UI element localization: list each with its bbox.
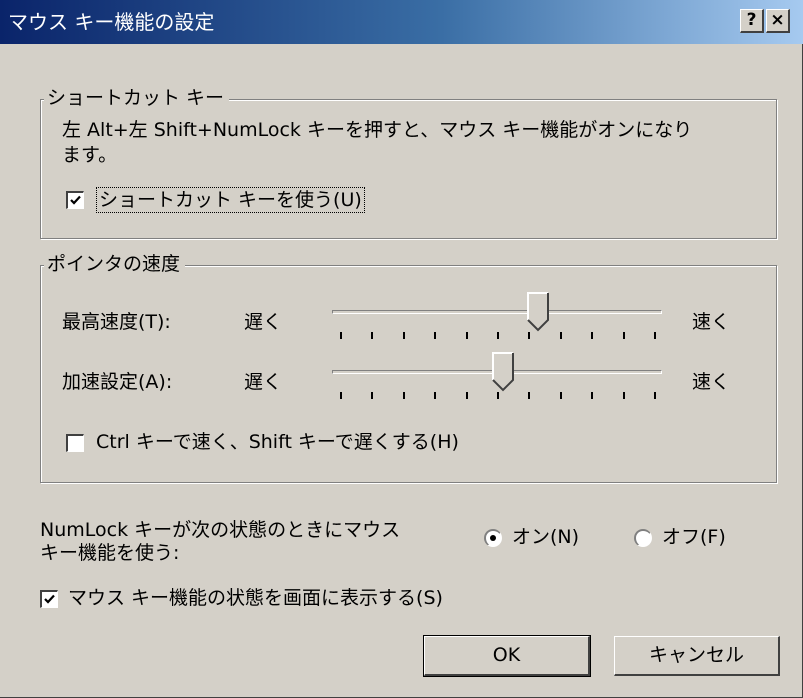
title-bar: マウス キー機能の設定 ? × bbox=[0, 0, 803, 44]
ctrl-shift-label[interactable]: Ctrl キーで速く、Shift キーで遅くする(H) bbox=[96, 430, 459, 454]
acceleration-slider[interactable] bbox=[332, 352, 662, 406]
numlock-off-radio[interactable] bbox=[634, 529, 652, 547]
slider-tick bbox=[402, 392, 405, 399]
slider-thumb[interactable] bbox=[526, 292, 549, 332]
close-button[interactable]: × bbox=[766, 9, 790, 33]
checkmark-icon bbox=[70, 195, 81, 205]
shortcut-description-line2: ます。 bbox=[62, 144, 118, 166]
slider-tick bbox=[434, 392, 437, 399]
show-status-checkbox[interactable] bbox=[40, 590, 58, 608]
slider-tick bbox=[559, 392, 562, 399]
radio-selected-dot bbox=[490, 535, 496, 541]
show-status-label[interactable]: マウス キー機能の状態を画面に表示する(S) bbox=[68, 586, 443, 610]
max-speed-label: 最高速度(T): bbox=[62, 311, 171, 333]
mousekeys-dialog: マウス キー機能の設定 ? × ショートカット キー 左 Alt+左 Shift… bbox=[0, 0, 803, 698]
slider-thumb[interactable] bbox=[492, 352, 515, 392]
slider-tick bbox=[559, 332, 562, 339]
max-speed-fast-label: 速く bbox=[692, 311, 731, 333]
slider-tick bbox=[434, 332, 437, 339]
slider-tick bbox=[654, 392, 656, 399]
shortcut-description-line1: 左 Alt+左 Shift+NumLock キーを押すと、マウス キー機能がオン… bbox=[62, 119, 693, 141]
numlock-off-label[interactable]: オフ(F) bbox=[662, 525, 726, 549]
slider-tick bbox=[465, 392, 468, 399]
numlock-label-line2: キー機能を使う: bbox=[40, 542, 180, 564]
slider-tick bbox=[402, 332, 405, 339]
max-speed-slider[interactable] bbox=[332, 292, 662, 346]
slider-tick bbox=[340, 392, 342, 399]
help-button[interactable]: ? bbox=[740, 9, 764, 33]
numlock-label-line1: NumLock キーが次の状態のときにマウス bbox=[40, 519, 401, 541]
acceleration-fast-label: 速く bbox=[692, 371, 731, 393]
acceleration-slow-label: 遅く bbox=[244, 371, 283, 393]
slider-tick bbox=[591, 392, 594, 399]
slider-tick bbox=[654, 332, 656, 339]
numlock-on-radio[interactable] bbox=[484, 529, 502, 547]
slider-track bbox=[332, 310, 662, 314]
cancel-button[interactable]: キャンセル bbox=[614, 636, 780, 676]
slider-tick bbox=[622, 332, 625, 339]
slider-tick bbox=[622, 392, 625, 399]
max-speed-slow-label: 遅く bbox=[244, 311, 283, 333]
use-shortcut-checkbox[interactable] bbox=[66, 191, 84, 209]
slider-tick bbox=[528, 332, 531, 339]
use-shortcut-label[interactable]: ショートカット キーを使う(U) bbox=[96, 187, 365, 213]
slider-tick bbox=[371, 392, 374, 399]
slider-tick bbox=[371, 332, 374, 339]
ctrl-shift-checkbox[interactable] bbox=[66, 434, 84, 452]
checkmark-icon bbox=[44, 594, 55, 604]
window-title: マウス キー機能の設定 bbox=[8, 10, 215, 34]
slider-tick bbox=[591, 332, 594, 339]
slider-tick bbox=[497, 392, 499, 399]
slider-tick bbox=[465, 332, 468, 339]
shortcut-group-legend: ショートカット キー bbox=[44, 86, 230, 110]
slider-tick bbox=[497, 332, 499, 339]
acceleration-label: 加速設定(A): bbox=[62, 371, 173, 393]
slider-tick bbox=[528, 392, 531, 399]
numlock-on-label[interactable]: オン(N) bbox=[512, 525, 579, 549]
ok-button[interactable]: OK bbox=[423, 635, 591, 677]
slider-tick bbox=[340, 332, 342, 339]
speed-group-legend: ポインタの速度 bbox=[44, 252, 186, 276]
